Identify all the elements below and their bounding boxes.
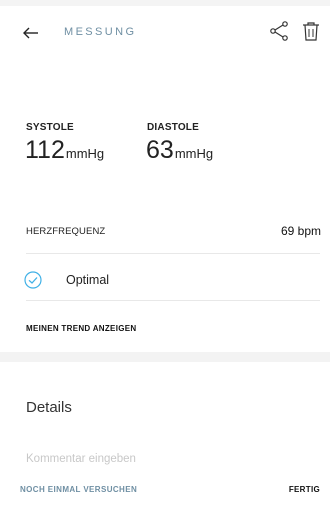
app-header: MESSUNG (0, 6, 330, 58)
details-heading: Details (26, 399, 72, 416)
status-label: Optimal (66, 273, 110, 287)
diastole-value: 63 (146, 136, 174, 164)
retry-button[interactable]: NOCH EINMAL VERSUCHEN (20, 485, 137, 494)
footer-bar: NOCH EINMAL VERSUCHEN FERTIG (0, 474, 330, 521)
check-circle-icon (24, 271, 42, 289)
trash-icon[interactable] (300, 20, 322, 42)
heart-rate-value: 69 bpm (280, 224, 321, 238)
comment-input[interactable] (26, 448, 316, 470)
diastole-label: DIASTOLE (147, 122, 199, 133)
diastole-reading: 63mmHg (146, 136, 213, 165)
systole-label: SYSTOLE (26, 122, 74, 133)
diastole-unit: mmHg (174, 146, 214, 161)
page-title: MESSUNG (64, 26, 137, 38)
heart-rate-label: HERZFREQUENZ (26, 226, 106, 237)
systole-unit: mmHg (65, 146, 105, 161)
systole-reading: 112mmHg (25, 136, 104, 165)
systole-value: 112 (25, 136, 65, 164)
divider (26, 300, 320, 301)
arrow-left-icon[interactable] (20, 22, 42, 44)
done-button[interactable]: FERTIG (289, 485, 320, 494)
section-separator (0, 352, 330, 362)
show-trend-link[interactable]: MEINEN TREND ANZEIGEN (26, 324, 136, 333)
share-icon[interactable] (268, 20, 290, 42)
divider (26, 253, 320, 254)
